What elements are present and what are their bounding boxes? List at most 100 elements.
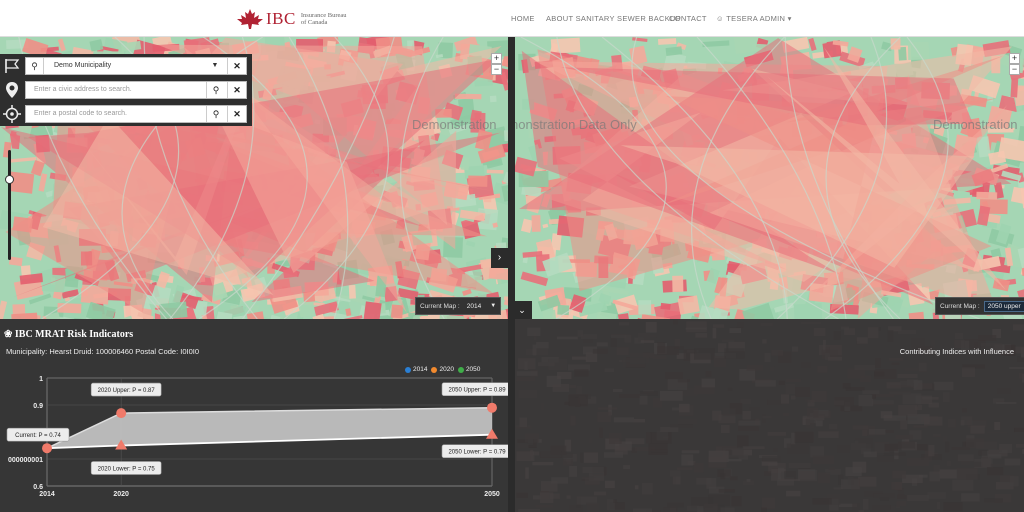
backdrop-texture	[873, 371, 885, 377]
backdrop-texture	[652, 355, 667, 360]
backdrop-texture	[875, 358, 881, 368]
municipality-value: Demo Municipality	[54, 62, 112, 69]
backdrop-texture	[1009, 476, 1019, 487]
backdrop-texture	[664, 371, 684, 379]
backdrop-texture	[852, 425, 869, 430]
backdrop-texture	[569, 384, 577, 389]
backdrop-texture	[918, 474, 928, 478]
backdrop-texture	[767, 399, 783, 406]
backdrop-texture	[913, 425, 928, 428]
clear-address-button[interactable]: ✕	[227, 82, 246, 98]
backdrop-texture	[724, 348, 745, 359]
backdrop-texture	[858, 394, 874, 407]
right-zoom-out-button[interactable]: −	[1009, 64, 1020, 75]
map-parcel	[890, 38, 901, 50]
map-parcel	[976, 191, 998, 200]
backdrop-texture	[729, 476, 738, 481]
backdrop-texture	[951, 447, 970, 451]
right-map-canvas[interactable]	[515, 37, 1024, 319]
nav-home[interactable]: HOME	[511, 14, 535, 23]
left-zoom-out-button[interactable]: −	[491, 64, 502, 75]
backdrop-texture	[612, 388, 623, 393]
nav-about-ssb[interactable]: ABOUT SANITARY SEWER BACKUP	[546, 14, 681, 23]
clear-municipality-button[interactable]: ✕	[227, 58, 246, 74]
address-input[interactable]: Enter a civic address to search.	[34, 86, 132, 93]
nav-contact[interactable]: CONTACT	[669, 14, 707, 23]
chevron-down-icon[interactable]: ⌄	[512, 301, 532, 319]
backdrop-texture	[970, 425, 985, 434]
chevron-right-icon[interactable]: ›	[491, 248, 508, 268]
backdrop-texture	[519, 417, 528, 427]
backdrop-texture	[712, 410, 722, 421]
map-parcel	[672, 275, 684, 292]
backdrop-texture	[858, 476, 877, 487]
map-parcel	[42, 274, 66, 293]
postal-input[interactable]: Enter a postal code to search.	[34, 110, 127, 117]
ibc-logo[interactable]: IBC Insurance Bureau of Canada	[236, 8, 349, 30]
y-tick-label: 000000001	[8, 457, 43, 464]
municipality-select[interactable]: ⚲ Demo Municipality ▼ ✕	[25, 57, 247, 75]
backdrop-texture	[525, 467, 529, 479]
backdrop-texture	[718, 488, 735, 493]
left-current-map[interactable]: Current Map : 2014 ▼	[415, 297, 502, 315]
chart-tooltip: 2020 Lower: P = 0.75	[90, 461, 162, 475]
right-map[interactable]: nonstration Data Only Demonstration + −	[515, 37, 1024, 319]
left-zoom-in-button[interactable]: +	[491, 53, 502, 64]
backdrop-texture	[632, 508, 653, 512]
backdrop-texture	[817, 472, 831, 484]
upper-point[interactable]	[116, 408, 127, 419]
map-parcel	[542, 309, 558, 319]
backdrop-texture	[556, 336, 578, 340]
backdrop-texture	[736, 435, 749, 448]
backdrop-texture	[720, 507, 735, 512]
backdrop-texture	[593, 491, 607, 496]
right-current-map-select[interactable]: 2050 upper	[983, 300, 1024, 312]
backdrop-texture	[731, 496, 742, 507]
backdrop-texture	[527, 437, 534, 446]
right-zoom-in-button[interactable]: +	[1009, 53, 1020, 64]
backdrop-texture	[662, 436, 669, 439]
backdrop-texture	[837, 445, 850, 453]
map-parcel	[303, 291, 316, 303]
app-root: IBC Insurance Bureau of Canada HOME ABOU…	[0, 0, 1024, 512]
nav-user-menu[interactable]: ☺ TESERA ADMIN ▾	[716, 14, 792, 23]
backdrop-texture	[537, 362, 555, 367]
backdrop-texture	[569, 505, 583, 512]
chart-tooltip: 2020 Upper: P = 0.87	[90, 382, 162, 397]
backdrop-texture	[623, 465, 631, 470]
backdrop-texture	[614, 446, 628, 455]
backdrop-texture	[762, 413, 766, 424]
backdrop-texture	[619, 393, 641, 399]
backdrop-texture	[583, 452, 599, 463]
backdrop-texture	[576, 386, 583, 394]
backdrop-texture	[527, 327, 541, 337]
opacity-slider-handle[interactable]	[5, 175, 14, 184]
backdrop-texture	[978, 335, 997, 341]
postal-search-button[interactable]: ⚲	[206, 106, 225, 122]
backdrop-texture	[806, 407, 819, 418]
backdrop-texture	[540, 481, 558, 492]
backdrop-texture	[539, 492, 554, 504]
backdrop-texture	[892, 470, 907, 479]
chart-tooltip: 2050 Upper: P = 0.89	[441, 382, 508, 396]
backdrop-texture	[996, 401, 1017, 405]
current-point[interactable]	[42, 443, 52, 454]
backdrop-texture	[676, 467, 693, 471]
backdrop-texture	[812, 455, 835, 464]
postal-row: Enter a postal code to search. ⚲ ✕	[0, 102, 252, 126]
backdrop-texture	[961, 367, 976, 378]
address-search[interactable]: Enter a civic address to search. ⚲ ✕	[25, 81, 247, 99]
postal-search[interactable]: Enter a postal code to search. ⚲ ✕	[25, 105, 247, 123]
backdrop-texture	[761, 497, 776, 509]
opacity-slider[interactable]	[8, 150, 11, 260]
address-search-button[interactable]: ⚲	[206, 82, 225, 98]
backdrop-texture	[629, 352, 650, 364]
backdrop-texture	[927, 492, 946, 499]
right-current-map[interactable]: Current Map : 2050 upper ▼	[935, 297, 1024, 315]
chevron-down-icon[interactable]: ▼	[206, 58, 224, 74]
split-divider[interactable]	[508, 37, 515, 512]
upper-point[interactable]	[487, 402, 497, 413]
clear-postal-button[interactable]: ✕	[227, 106, 246, 122]
backdrop-texture	[742, 446, 765, 450]
left-current-map-select[interactable]: 2014	[464, 302, 484, 311]
